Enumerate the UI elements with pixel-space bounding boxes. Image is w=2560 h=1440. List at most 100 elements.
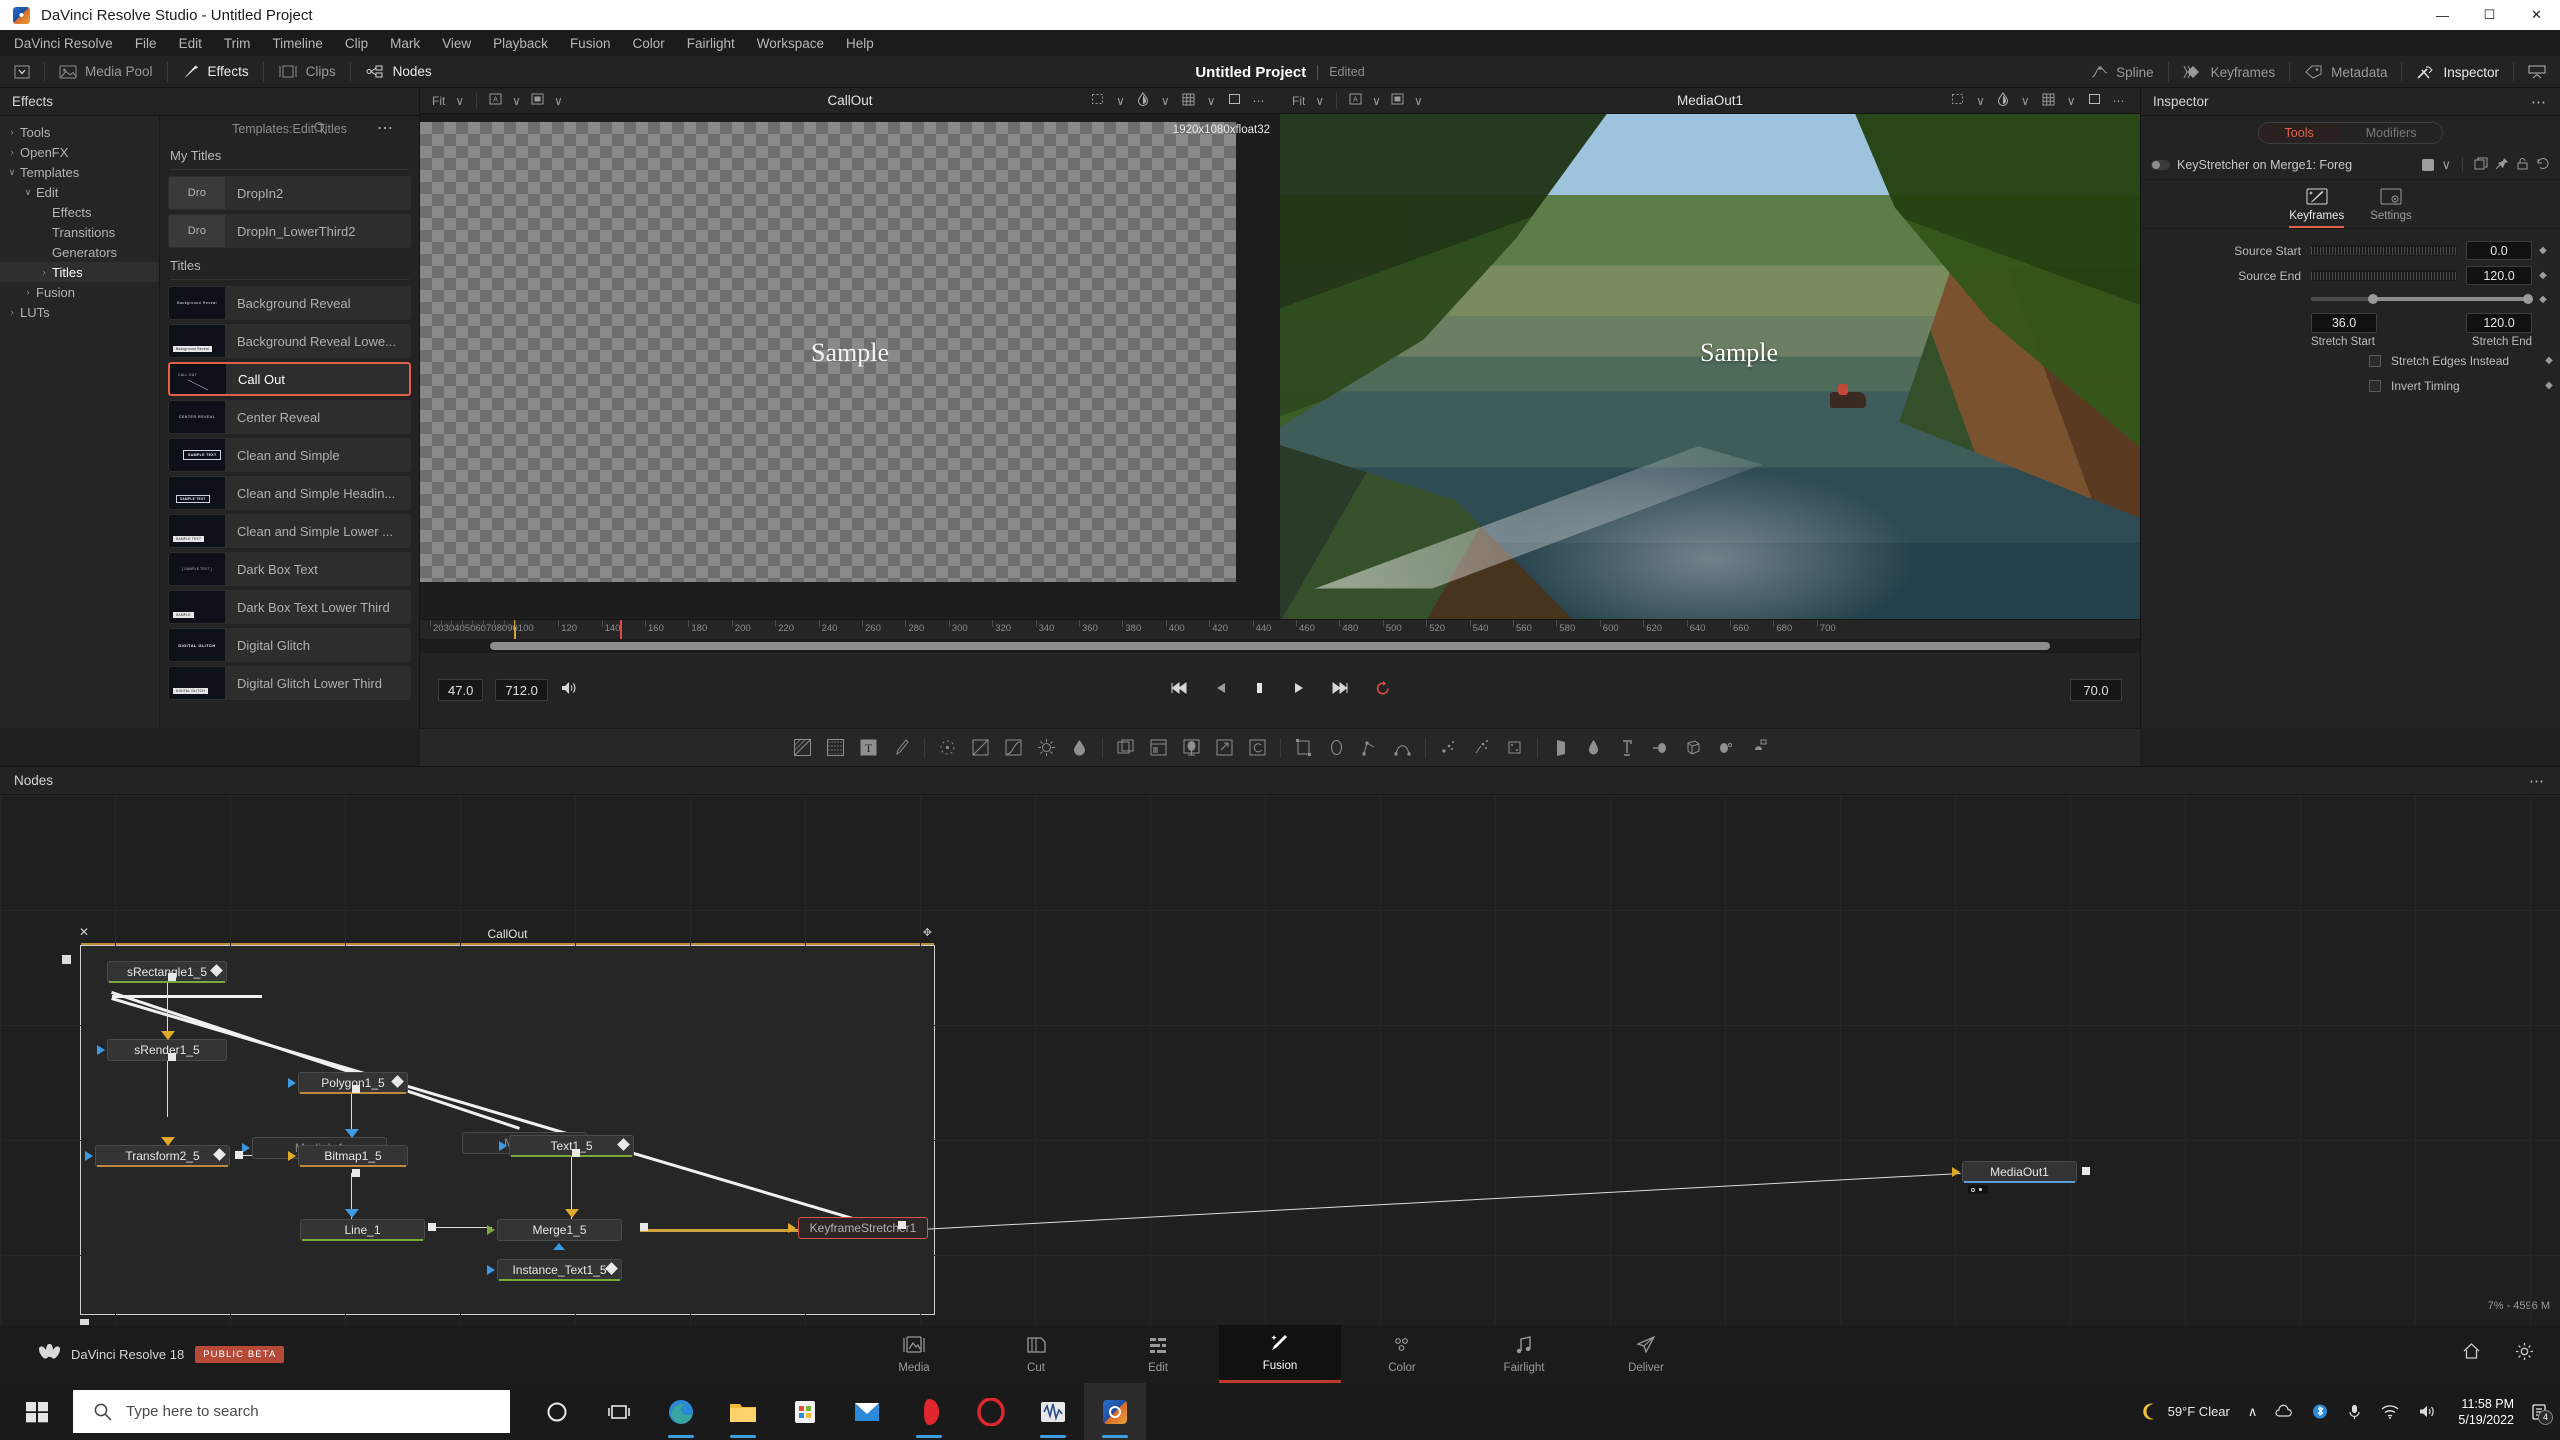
rotate-tool-icon[interactable] [1248, 738, 1267, 757]
menu-item-view[interactable]: View [442, 36, 471, 51]
planar-transform-tool-icon[interactable] [1182, 738, 1201, 757]
page-selector-button[interactable] [0, 56, 44, 88]
menu-item-davinci-resolve[interactable]: DaVinci Resolve [14, 36, 113, 51]
ellipse-mask-icon[interactable] [1327, 738, 1346, 757]
node-output-socket[interactable] [168, 973, 176, 981]
node-output-socket[interactable] [898, 1221, 906, 1229]
left-viewer-grid-icon[interactable] [1178, 93, 1199, 109]
effects-tree-item-effects[interactable]: Effects [0, 202, 159, 222]
right-viewer-roi-icon[interactable] [1947, 93, 1968, 108]
spotlight-3d-icon[interactable] [1749, 738, 1768, 757]
step-back-icon[interactable] [1214, 681, 1227, 699]
node-merge1-5[interactable]: Merge1_5 [497, 1219, 622, 1241]
search-input[interactable]: Type here to search [73, 1390, 510, 1433]
text-3d-icon[interactable] [1617, 738, 1636, 757]
menu-item-mark[interactable]: Mark [390, 36, 420, 51]
notification-center-icon[interactable]: 4 [2526, 1399, 2553, 1425]
tab-settings[interactable]: Settings [2370, 187, 2412, 228]
collapse-panel-button[interactable] [2514, 56, 2560, 88]
source-start-slider[interactable] [2311, 245, 2457, 256]
close-icon[interactable]: ✕ [79, 925, 89, 939]
node-input-socket[interactable] [97, 1045, 105, 1055]
curve-tool-icon[interactable] [1004, 738, 1023, 757]
chevron-right-icon[interactable]: › [4, 147, 20, 157]
node-input-socket[interactable] [487, 1225, 495, 1235]
start-button[interactable] [0, 1383, 73, 1440]
bspline-mask-icon[interactable] [1393, 738, 1412, 757]
volume-icon[interactable] [2409, 1403, 2446, 1420]
menu-item-trim[interactable]: Trim [224, 36, 251, 51]
node-output-socket[interactable] [428, 1223, 436, 1231]
chevron-right-icon[interactable]: › [4, 127, 20, 137]
template-item-dark-box-text-lower-third[interactable]: SAMPLE Dark Box Text Lower Third [168, 590, 411, 624]
template-item-center-reveal[interactable]: CENTER REVEAL Center Reveal [168, 400, 411, 434]
group-expand-icon[interactable]: ✥ [923, 926, 932, 939]
store-icon[interactable] [774, 1383, 836, 1440]
effects-tree-item-luts[interactable]: › LUTs [0, 302, 159, 322]
cortana-icon[interactable] [526, 1383, 588, 1440]
template-item-digital-glitch-lower-third[interactable]: DIGITAL GLITCH Digital Glitch Lower Third [168, 666, 411, 700]
text-tool-icon[interactable]: T [859, 738, 878, 757]
node-keyframe-indicator[interactable] [210, 964, 223, 977]
right-viewer-options-icon[interactable]: ⋯ [2109, 94, 2131, 108]
page-button-cut[interactable]: Cut [975, 1325, 1097, 1383]
shape-3d-icon[interactable] [1584, 738, 1603, 757]
template-item-clean-and-simple[interactable]: SAMPLE TEXT Clean and Simple [168, 438, 411, 472]
node-input-socket[interactable] [499, 1141, 507, 1151]
node-keyframe-indicator[interactable] [605, 1262, 618, 1275]
right-viewer-fullscreen-icon[interactable] [2084, 93, 2105, 108]
right-viewer-color-icon[interactable] [1993, 92, 2013, 109]
keyframes-button[interactable]: Keyframes [2169, 56, 2290, 88]
menu-item-edit[interactable]: Edit [179, 36, 202, 51]
inspector-options-icon[interactable]: ⋯ [2531, 93, 2548, 111]
effects-options-icon[interactable]: ⋯ [377, 118, 395, 138]
menu-item-fusion[interactable]: Fusion [570, 36, 611, 51]
tool-color-chip[interactable] [2422, 158, 2435, 171]
resolve-icon[interactable] [1084, 1383, 1146, 1440]
effects-template-list[interactable]: Templates:Edit:Titles ⋯ My Titles Dro Drop… [160, 116, 419, 728]
pin-icon[interactable] [2495, 157, 2509, 173]
node-output-socket[interactable] [168, 1053, 176, 1061]
node-output-socket[interactable] [640, 1223, 648, 1231]
effects-tree-item-tools[interactable]: › Tools [0, 122, 159, 142]
opera-gx-icon[interactable] [898, 1383, 960, 1440]
node-output-socket[interactable] [235, 1151, 243, 1159]
menu-item-fairlight[interactable]: Fairlight [687, 36, 735, 51]
node-bitmap1-5[interactable]: Bitmap1_5 [298, 1145, 408, 1167]
polygon-mask-icon[interactable] [1360, 738, 1379, 757]
settings-gear-icon[interactable] [2515, 1342, 2534, 1366]
right-viewer-grid-icon[interactable] [2038, 93, 2059, 109]
particle-emitter-icon[interactable] [1439, 738, 1458, 757]
inspector-mode-segmented[interactable]: Tools Modifiers [2257, 122, 2444, 144]
dissolve-tool-icon[interactable] [1149, 738, 1168, 757]
mail-icon[interactable] [836, 1383, 898, 1440]
page-button-edit[interactable]: Edit [1097, 1325, 1219, 1383]
maximize-button[interactable]: ☐ [2466, 0, 2513, 30]
keyframe-diamond-icon[interactable]: ◆ [2538, 380, 2560, 391]
stretch-edges-checkbox[interactable] [2369, 354, 2381, 367]
template-item-dark-box-text[interactable]: [ SAMPLE TEXT ] Dark Box Text [168, 552, 411, 586]
opera-icon[interactable] [960, 1383, 1022, 1440]
page-button-color[interactable]: Color [1341, 1325, 1463, 1383]
left-viewer-fullscreen-icon[interactable] [1224, 93, 1245, 108]
chevron-right-icon[interactable]: › [4, 307, 20, 317]
node-srectangle1-5[interactable]: sRectangle1_5 [107, 961, 227, 983]
node-instance-text1-5[interactable]: Instance_Text1_5 [497, 1259, 622, 1281]
keyframe-diamond-icon[interactable]: ◆ [2532, 245, 2554, 256]
stop-icon[interactable] [1253, 681, 1266, 699]
bluetooth-icon[interactable] [2302, 1403, 2338, 1420]
media-pool-button[interactable]: Media Pool [45, 56, 167, 88]
effects-tree-item-edit[interactable]: ∨ Edit [0, 182, 159, 202]
node-background-input-marker[interactable] [553, 1243, 565, 1250]
weather-widget[interactable]: 59°F Clear [2133, 1402, 2239, 1421]
stretch-start-value[interactable]: 36.0 [2311, 313, 2377, 333]
node-input-socket[interactable] [788, 1223, 796, 1233]
chevron-right-icon[interactable]: › [36, 267, 52, 277]
group-input-socket[interactable] [62, 955, 71, 964]
particle-render-icon[interactable] [1472, 738, 1491, 757]
tab-keyframes[interactable]: Keyframes [2289, 187, 2345, 228]
left-viewer-roi-icon[interactable] [1087, 93, 1108, 108]
node-input-socket[interactable] [242, 1143, 250, 1153]
template-item-call-out[interactable]: CALL OUT Call Out [168, 362, 411, 396]
node-input-socket[interactable] [288, 1078, 296, 1088]
